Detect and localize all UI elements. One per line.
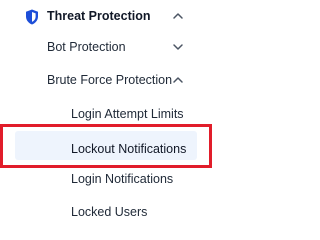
- chevron-down-icon: [173, 44, 183, 50]
- nav-subitem-label: Locked Users: [71, 205, 148, 219]
- shield-icon: [26, 9, 38, 25]
- nav-item-bot-protection[interactable]: Bot Protection: [0, 35, 216, 59]
- nav-subitem-lockout-notifications[interactable]: Lockout Notifications: [15, 131, 197, 160]
- nav-subitem-label: Lockout Notifications: [71, 142, 187, 156]
- threat-protection-nav: Threat Protection Bot Protection Brute F…: [0, 0, 216, 225]
- nav-subitem-label: Login Notifications: [71, 172, 174, 186]
- chevron-up-icon: [173, 13, 183, 19]
- nav-item-brute-force-protection[interactable]: Brute Force Protection: [0, 68, 216, 92]
- highlight-box: Lockout Notifications: [0, 124, 212, 168]
- nav-item-label: Brute Force Protection: [47, 73, 173, 87]
- nav-item-label: Threat Protection: [47, 9, 151, 23]
- chevron-up-icon: [173, 77, 183, 83]
- nav-item-threat-protection[interactable]: Threat Protection: [0, 4, 216, 28]
- nav-subitem-label: Login Attempt Limits: [71, 107, 184, 121]
- nav-subitem-locked-users[interactable]: Locked Users: [0, 196, 216, 228]
- nav-item-label: Bot Protection: [47, 40, 126, 54]
- nav-subitem-login-notifications[interactable]: Login Notifications: [0, 163, 216, 195]
